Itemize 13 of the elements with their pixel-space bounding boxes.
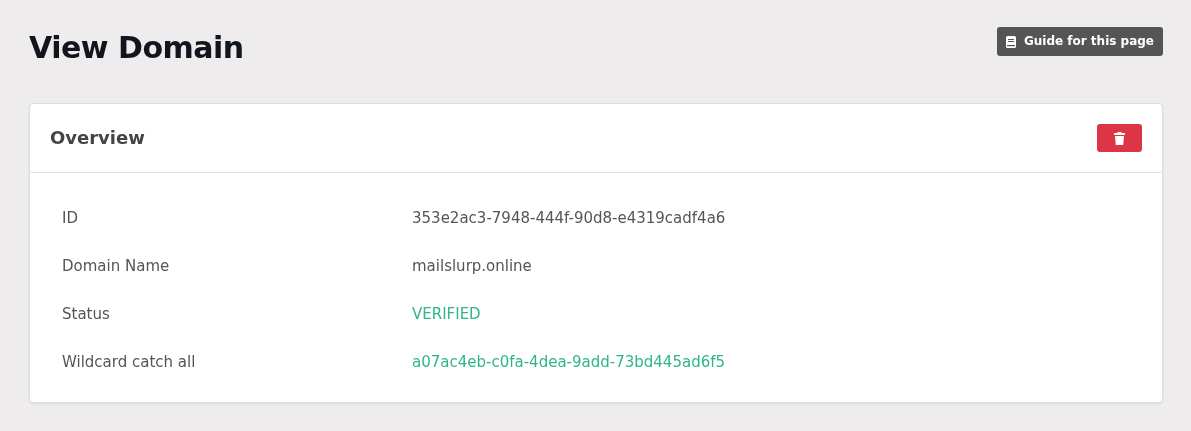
field-value: mailslurp.online bbox=[412, 255, 532, 277]
trash-icon bbox=[1114, 131, 1125, 145]
field-label: Wildcard catch all bbox=[62, 351, 197, 373]
status-value: VERIFIED bbox=[412, 303, 481, 325]
delete-button[interactable] bbox=[1097, 124, 1142, 152]
card-title: Overview bbox=[50, 127, 145, 149]
guide-button[interactable]: Guide for this page bbox=[996, 27, 1163, 56]
page-title: View Domain bbox=[29, 29, 244, 67]
field-label: ID bbox=[62, 207, 79, 229]
book-icon bbox=[1005, 35, 1016, 48]
field-label: Status bbox=[62, 303, 111, 325]
field-value: 353e2ac3-7948-444f-90d8-e4319cadf4a6 bbox=[412, 207, 726, 229]
field-label: Domain Name bbox=[62, 255, 171, 277]
